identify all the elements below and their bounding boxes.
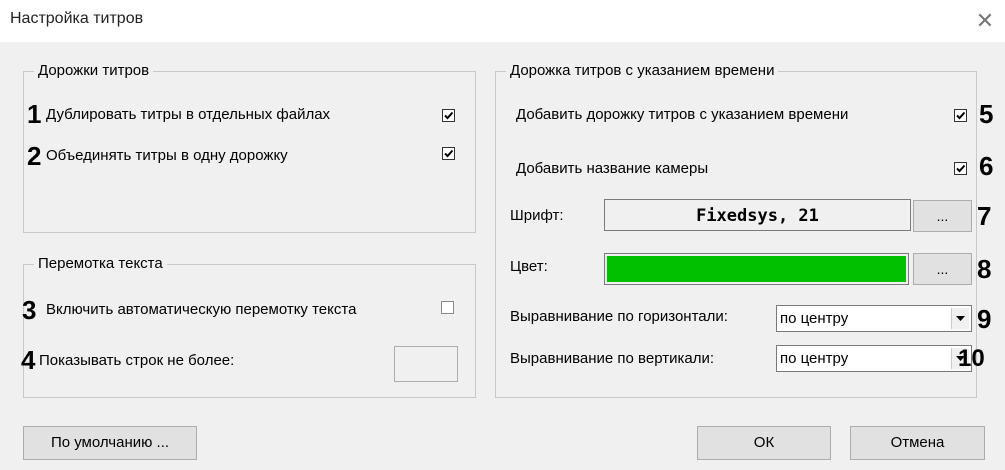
- add-camera-name-checkbox[interactable]: [954, 162, 967, 175]
- max-lines-input[interactable]: [394, 346, 458, 382]
- font-value: Fixedsys, 21: [696, 206, 819, 226]
- v-align-select[interactable]: по центру: [776, 345, 972, 372]
- duplicate-subtitles-label: Дублировать титры в отдельных файлах: [46, 106, 331, 123]
- check-icon: [956, 111, 966, 120]
- time-group-legend: Дорожка титров с указанием времени: [506, 62, 779, 79]
- v-align-label: Выравнивание по вертикали:: [510, 350, 714, 367]
- ok-button[interactable]: ОК: [697, 426, 831, 460]
- close-icon[interactable]: ✕: [970, 6, 1000, 36]
- dialog-title: Настройка титров: [10, 10, 144, 27]
- marker-9: 9: [977, 304, 992, 334]
- check-icon: [956, 164, 966, 173]
- color-swatch: [604, 253, 909, 285]
- cancel-button[interactable]: Отмена: [850, 426, 985, 460]
- font-browse-button[interactable]: ...: [913, 200, 972, 232]
- marker-3: 3: [22, 295, 37, 325]
- marker-8: 8: [977, 254, 992, 284]
- color-fill: [607, 256, 906, 282]
- marker-2: 2: [27, 141, 42, 171]
- marker-10: 10: [958, 345, 985, 372]
- title-bar: Настройка титров ✕: [0, 0, 1005, 42]
- auto-scroll-checkbox[interactable]: [441, 301, 454, 314]
- tracks-group-legend: Дорожки титров: [34, 62, 154, 79]
- dropdown-arrow-icon[interactable]: [951, 308, 969, 329]
- marker-4: 4: [21, 345, 36, 375]
- marker-6: 6: [979, 151, 994, 181]
- font-display: Fixedsys, 21: [604, 199, 911, 231]
- check-icon: [444, 111, 454, 120]
- color-browse-button[interactable]: ...: [913, 253, 972, 285]
- add-camera-name-label: Добавить название камеры: [516, 160, 709, 177]
- marker-5: 5: [979, 99, 994, 129]
- add-time-track-label: Добавить дорожку титров с указанием врем…: [516, 106, 849, 123]
- defaults-button[interactable]: По умолчанию ...: [23, 426, 197, 460]
- max-lines-label: Показывать строк не более:: [39, 352, 235, 369]
- h-align-label: Выравнивание по горизонтали:: [510, 308, 728, 325]
- duplicate-subtitles-checkbox[interactable]: [442, 109, 455, 122]
- scroll-group-legend: Перемотка текста: [34, 255, 167, 272]
- h-align-select[interactable]: по центру: [776, 305, 972, 332]
- color-label: Цвет:: [510, 258, 548, 275]
- check-icon: [444, 149, 454, 158]
- h-align-value: по центру: [780, 310, 849, 327]
- merge-subtitles-checkbox[interactable]: [442, 147, 455, 160]
- v-align-value: по центру: [780, 350, 849, 367]
- auto-scroll-label: Включить автоматическую перемотку текста: [46, 301, 357, 318]
- font-label: Шрифт:: [510, 207, 564, 224]
- add-time-track-checkbox[interactable]: [954, 109, 967, 122]
- marker-7: 7: [977, 201, 992, 231]
- merge-subtitles-label: Объединять титры в одну дорожку: [46, 147, 288, 164]
- settings-dialog: Настройка титров ✕ Дорожки титров 1 Дубл…: [0, 0, 1005, 470]
- marker-1: 1: [27, 99, 42, 129]
